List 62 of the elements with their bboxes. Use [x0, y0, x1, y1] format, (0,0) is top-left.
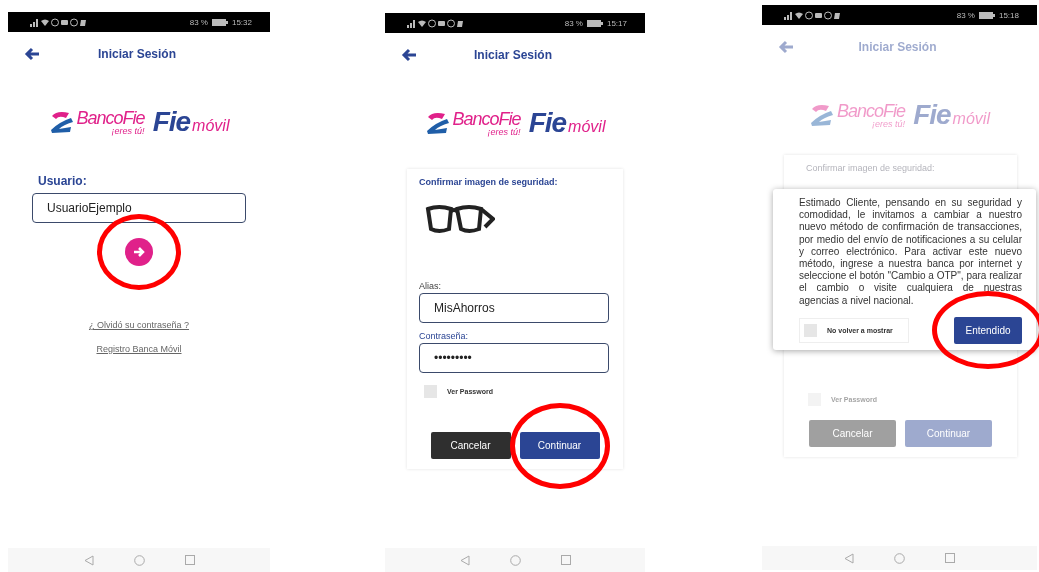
arrow-right-icon	[132, 245, 146, 259]
clock-time: 15:17	[606, 18, 627, 28]
battery-icon	[211, 18, 228, 26]
battery-icon	[978, 11, 995, 19]
battery-percent: 83 %	[189, 17, 208, 27]
forgot-password-link[interactable]: ¿ Olvidó su contraseña ?	[88, 320, 190, 330]
recents-square-icon[interactable]	[560, 555, 571, 565]
app-logo-subtext: móvil	[952, 110, 990, 128]
app-logo-text: Fie	[528, 107, 567, 139]
register-link[interactable]: Registro Banca Móvil	[96, 344, 182, 354]
card-title: Confirmar imagen de seguridad:	[419, 177, 559, 187]
alias-input[interactable]: MisAhorros	[419, 293, 609, 323]
battery-icon	[586, 19, 603, 27]
logo-tagline: ¡eres tú!	[872, 119, 906, 129]
app-logo-subtext: móvil	[568, 118, 606, 136]
recents-square-icon[interactable]	[184, 555, 195, 565]
back-triangle-icon[interactable]	[844, 552, 854, 564]
app-logo-subtext: móvil	[192, 117, 230, 135]
arrow-left-icon	[401, 48, 417, 62]
status-icons-drawing	[30, 17, 86, 27]
screen-title: Iniciar Sesión	[97, 47, 177, 61]
status-icons-drawing	[407, 18, 463, 28]
logo-tagline: ¡eres tú!	[111, 126, 145, 136]
card-title: Confirmar imagen de seguridad:	[806, 163, 936, 173]
next-button[interactable]	[125, 238, 153, 266]
home-circle-icon[interactable]	[133, 554, 145, 566]
notice-message: Estimado Cliente, pensando en su seguridad y comodidad, le invitamos a cambiar a nuestro nuevo método de confirmación de transacciones, por medio del envío de notificaciones a su celular y correo electrónico. Para activar este nuevo método, ingrese a nuestra banca por internet y seleccione el botón "Cambio a OTP", para realizar el cambio o visite cualquiera de nuestras agencias a nivel nacional.	[799, 197, 1022, 307]
screen-title: Iniciar Sesión	[857, 40, 938, 54]
back-triangle-icon[interactable]	[83, 554, 94, 566]
clock-time: 15:18	[998, 10, 1019, 20]
checkbox[interactable]	[804, 323, 817, 337]
arrow-left-icon	[24, 47, 40, 61]
logo-tagline: ¡eres tú!	[487, 127, 521, 137]
cancel-button[interactable]: Cancelar	[430, 432, 511, 459]
battery-percent: 83 %	[956, 10, 975, 20]
field-label: Alias:	[419, 281, 442, 291]
bank-logo-text: BancoFie	[837, 101, 906, 121]
clock-time: 15:32	[231, 17, 252, 27]
back-triangle-icon[interactable]	[459, 554, 470, 566]
bank-logo-text: BancoFie	[452, 109, 521, 129]
back-button[interactable]	[24, 47, 40, 61]
arrow-left-icon	[778, 40, 794, 54]
bank-logo-text: BancoFie	[76, 108, 145, 128]
recents-square-icon[interactable]	[945, 553, 955, 563]
swirl-logo-icon	[48, 110, 75, 134]
username-input[interactable]: UsuarioEjemplo	[32, 193, 246, 223]
field-label: Usuario:	[38, 174, 88, 188]
password-input[interactable]: •••••••••	[419, 343, 609, 373]
app-logo-text: Fie	[913, 99, 951, 131]
continue-button[interactable]: Continuar	[519, 432, 600, 459]
screen-title: Iniciar Sesión	[473, 48, 553, 62]
battery-percent: 83 %	[564, 18, 583, 28]
back-button[interactable]	[401, 48, 417, 62]
swirl-logo-icon	[424, 111, 451, 135]
field-label: Contraseña:	[419, 331, 470, 341]
status-icons-drawing	[784, 10, 840, 20]
understood-button[interactable]: Entendido	[954, 316, 1022, 344]
app-logo-text: Fie	[152, 106, 191, 138]
swirl-logo-icon	[809, 103, 836, 127]
home-circle-icon[interactable]	[509, 554, 521, 566]
home-circle-icon[interactable]	[894, 552, 905, 564]
checkbox[interactable]	[424, 385, 437, 398]
